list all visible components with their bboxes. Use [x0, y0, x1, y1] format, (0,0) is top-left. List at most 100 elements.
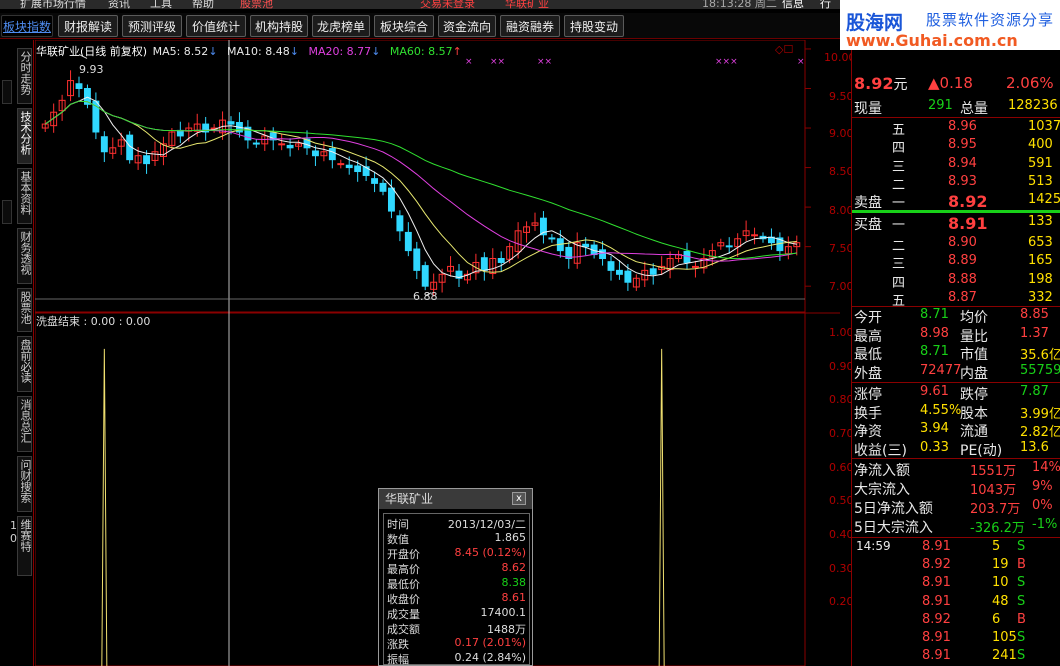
- indicator-spike: [658, 348, 665, 666]
- tick-price: 8.91: [922, 593, 951, 609]
- ask-price: 8.93: [948, 173, 977, 189]
- stat-value: 55759: [1020, 362, 1060, 378]
- current-vol-label: 现量: [854, 101, 882, 117]
- sidetab-iwencai[interactable]: 问财搜索: [17, 456, 32, 512]
- bid-level: 二: [892, 239, 906, 254]
- popup-row: 涨跌 0.17 (2.01%): [384, 636, 529, 651]
- flow-label: 5日净流入额: [854, 501, 933, 517]
- y-tick: 0.60: [829, 461, 854, 474]
- side-collapse-handle[interactable]: [2, 80, 12, 104]
- stat-value: 13.6: [1020, 439, 1049, 455]
- popup-key: 最高价: [387, 563, 420, 576]
- y-tick: 8.00: [829, 204, 854, 217]
- menu-item-trade[interactable]: 行: [820, 0, 831, 9]
- tab-capital-flow[interactable]: 资金流向: [438, 15, 496, 37]
- tick-side: B: [1017, 557, 1026, 573]
- tick-volume: 48: [992, 593, 1009, 609]
- candle-body: [624, 270, 632, 283]
- bid-price: 8.91: [948, 214, 988, 233]
- tab-sector-overview[interactable]: 板块综合: [374, 15, 434, 37]
- popup-key: 开盘价: [387, 548, 420, 561]
- candle-body: [615, 269, 623, 275]
- candle-body: [143, 155, 151, 165]
- total-vol-label: 总量: [960, 101, 988, 117]
- stat-label: PE(动): [960, 442, 1003, 459]
- menu-item-info[interactable]: 信息: [782, 0, 804, 9]
- menu-item-news[interactable]: 资讯: [108, 0, 130, 9]
- sidetab-intraday[interactable]: 分时走势: [17, 48, 32, 104]
- popup-key: 成交额: [387, 623, 420, 636]
- popup-value: 8.61: [501, 591, 527, 604]
- side-collapse-handle[interactable]: [2, 200, 12, 224]
- data-popup[interactable]: 华联矿业 x 时间 2013/12/03/二 数值 1.865 开盘价 8.45 (0.1…: [378, 488, 533, 666]
- sidetab-financials[interactable]: 财务透视: [17, 228, 32, 284]
- popup-key: 数值: [387, 533, 409, 546]
- tab-forecast-rating[interactable]: 预测评级: [122, 15, 182, 37]
- arrow-down-icon: ↓: [289, 45, 299, 58]
- sidetab-technical[interactable]: 技术分析: [17, 108, 32, 164]
- menu-item-help[interactable]: 帮助: [192, 0, 214, 9]
- chart-options-icon[interactable]: ◇☐: [775, 43, 793, 56]
- flow-pct: 14%: [1032, 460, 1060, 475]
- signal-marker: ××: [537, 57, 552, 67]
- sidetab-weisaite[interactable]: 维赛特10: [7, 516, 32, 576]
- close-icon[interactable]: x: [512, 492, 526, 505]
- signal-marker: ×××: [715, 57, 738, 67]
- sidetab-stock-pool[interactable]: 股票池: [17, 288, 32, 332]
- candle-body: [649, 268, 657, 275]
- tab-sector-index[interactable]: 板块指数: [1, 15, 53, 37]
- stat-label: 最低: [854, 347, 882, 363]
- sidetab-news[interactable]: 消息总汇: [17, 396, 32, 452]
- tab-report-analysis[interactable]: 财报解读: [58, 15, 118, 37]
- tick-volume: 105: [992, 630, 1017, 645]
- candle-body: [371, 178, 379, 184]
- tab-dragon-tiger-list[interactable]: 龙虎榜单: [312, 15, 370, 37]
- side-tab-bar: 分时走势 技术分析 基本资料 财务透视 股票池 盘前必读 消息总汇 问财搜索 维…: [0, 40, 34, 666]
- ma20-label: MA20: 8.77: [308, 45, 372, 58]
- high-price-label: 9.93: [79, 63, 104, 76]
- bid-price: 8.87: [948, 289, 977, 305]
- popup-row: 成交额 1488万: [384, 621, 529, 636]
- indicator-legend: 洗盘结束 : 0.00 : 0.00: [36, 315, 151, 328]
- tick-price: 8.91: [922, 630, 951, 645]
- candle-body: [751, 234, 759, 237]
- y-tick: 7.00: [829, 280, 854, 293]
- ask-volume: 591: [1028, 155, 1053, 171]
- sidetab-fundamentals[interactable]: 基本资料: [17, 168, 32, 224]
- tick-side: S: [1017, 593, 1026, 609]
- tab-institution-holdings[interactable]: 机构持股: [250, 15, 308, 37]
- stat-label: 今开: [854, 310, 882, 326]
- ask-volume: 1037: [1028, 119, 1060, 134]
- tab-holding-changes[interactable]: 持股变动: [564, 15, 624, 37]
- stat-value: 8.71: [920, 307, 949, 322]
- popup-title[interactable]: 华联矿业: [379, 489, 532, 509]
- menu-item-market[interactable]: 扩展市场行情: [20, 0, 86, 9]
- menu-item-tools[interactable]: 工具: [150, 0, 172, 9]
- tab-margin-trading[interactable]: 融资融券: [500, 15, 560, 37]
- signal-marker: ×: [465, 57, 473, 67]
- current-vol-value: 291: [928, 98, 953, 113]
- popup-key: 最低价: [387, 578, 420, 591]
- arrow-up-icon: ↑: [452, 45, 462, 58]
- popup-row: 收盘价 8.61: [384, 591, 529, 606]
- ask-price: 8.94: [948, 155, 977, 171]
- tick-price: 8.92: [922, 557, 951, 573]
- stock-terminal-window: 扩展市场行情 资讯 工具 帮助 股票池 交易未登录 华联矿业 18:13:28 …: [0, 0, 1060, 666]
- tick-side: S: [1017, 575, 1026, 591]
- stat-value: 3.94: [920, 421, 949, 436]
- price-change-pct: 2.06%: [1006, 74, 1054, 92]
- stat-label: 流通: [960, 424, 988, 440]
- tab-value-stats[interactable]: 价值统计: [186, 15, 246, 37]
- candle-body: [725, 245, 733, 248]
- stat-label: 涨停: [854, 387, 882, 403]
- ask-volume: 400: [1028, 137, 1053, 153]
- popup-value: 8.38: [501, 576, 527, 589]
- candle-body: [337, 163, 345, 166]
- popup-row: 数值 1.865: [384, 531, 529, 546]
- menu-trade-status[interactable]: 交易未登录: [420, 0, 475, 9]
- ma-legend: 华联矿业(日线 前复权) MA5: 8.52↓ MA10: 8.48↓ MA20…: [36, 43, 462, 58]
- menu-item-stockpool[interactable]: 股票池: [240, 0, 273, 9]
- sidetab-premarket[interactable]: 盘前必读: [17, 336, 32, 392]
- indicator-spike: [101, 348, 108, 666]
- flow-value: 203.7万: [970, 502, 1021, 517]
